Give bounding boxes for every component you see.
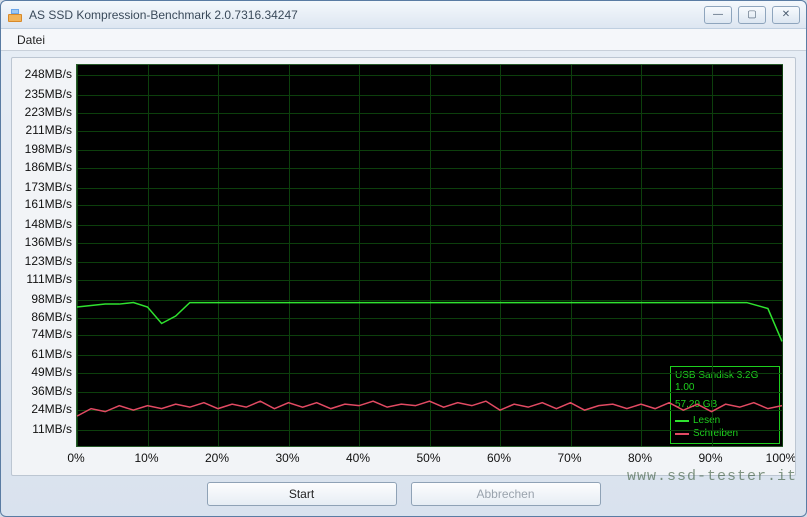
minimize-button[interactable]: — (704, 6, 732, 24)
x-tick-label: 10% (134, 451, 158, 465)
y-tick-label: 173MB/s (25, 180, 72, 194)
y-tick-label: 74MB/s (31, 327, 72, 341)
plot-area: USB Sandisk 3.2G 1.00 57,29 GB Lesen Sch… (76, 64, 783, 447)
series-lesen (77, 303, 782, 342)
y-tick-label: 98MB/s (31, 292, 72, 306)
x-tick-label: 50% (416, 451, 440, 465)
x-tick-label: 90% (698, 451, 722, 465)
minimize-icon: — (713, 9, 723, 20)
x-tick-label: 70% (557, 451, 581, 465)
chart-svg (77, 65, 782, 446)
y-tick-label: 186MB/s (25, 160, 72, 174)
x-tick-label: 30% (275, 451, 299, 465)
y-axis-labels: 11MB/s 24MB/s 36MB/s 49MB/s 61MB/s 74MB/s 86MB… (12, 64, 76, 447)
maximize-icon: ▢ (747, 9, 756, 20)
y-tick-label: 211MB/s (26, 123, 72, 137)
app-window: AS SSD Kompression-Benchmark 2.0.7316.34… (0, 0, 807, 517)
y-tick-label: 111MB/s (26, 272, 72, 286)
y-tick-label: 198MB/s (25, 142, 72, 156)
y-tick-label: 86MB/s (31, 310, 72, 324)
x-tick-label: 40% (346, 451, 370, 465)
y-tick-label: 235MB/s (25, 87, 72, 101)
y-tick-label: 11MB/s (32, 422, 72, 436)
y-tick-label: 61MB/s (31, 347, 72, 361)
close-button[interactable]: ✕ (772, 6, 800, 24)
x-tick-label: 100% (766, 451, 796, 465)
window-controls: — ▢ ✕ (704, 6, 800, 24)
x-axis-labels: 0%10%20%30%40%50%60%70%80%90%100% (76, 451, 783, 469)
y-tick-label: 161MB/s (25, 197, 72, 211)
y-tick-label: 36MB/s (31, 384, 72, 398)
start-button[interactable]: Start (207, 482, 397, 506)
x-tick-label: 60% (487, 451, 511, 465)
y-tick-label: 223MB/s (25, 105, 72, 119)
menu-datei[interactable]: Datei (9, 31, 53, 49)
content-area: 11MB/s 24MB/s 36MB/s 49MB/s 61MB/s 74MB/s 86MB… (1, 51, 806, 516)
x-tick-label: 0% (67, 451, 84, 465)
y-tick-label: 148MB/s (25, 217, 72, 231)
close-icon: ✕ (782, 9, 790, 20)
abort-button[interactable]: Abbrechen (411, 482, 601, 506)
chart-panel: 11MB/s 24MB/s 36MB/s 49MB/s 61MB/s 74MB/s 86MB… (11, 57, 796, 476)
y-tick-label: 248MB/s (25, 67, 72, 81)
button-row: Start Abbrechen (11, 476, 796, 510)
y-tick-label: 49MB/s (31, 365, 72, 379)
maximize-button[interactable]: ▢ (738, 6, 766, 24)
menubar: Datei (1, 29, 806, 51)
y-tick-label: 24MB/s (31, 402, 72, 416)
window-title: AS SSD Kompression-Benchmark 2.0.7316.34… (29, 8, 704, 22)
series-schreiben (77, 401, 782, 416)
y-tick-label: 123MB/s (25, 254, 72, 268)
x-tick-label: 80% (628, 451, 652, 465)
x-tick-label: 20% (205, 451, 229, 465)
titlebar[interactable]: AS SSD Kompression-Benchmark 2.0.7316.34… (1, 1, 806, 29)
y-tick-label: 136MB/s (25, 235, 72, 249)
app-icon (7, 7, 23, 23)
